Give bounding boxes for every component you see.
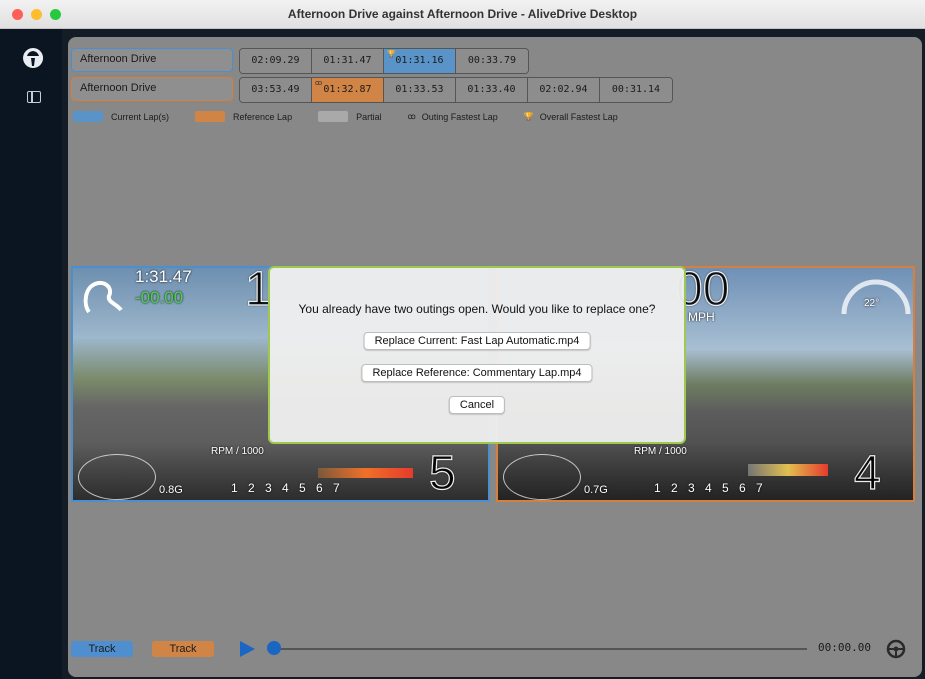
angle-gauge bbox=[841, 279, 911, 315]
rpm-label: RPM / 1000 bbox=[211, 446, 264, 457]
reference-outing-row: Afternoon Drive 03:53.49 ꝏ 01:32.87 01:33.5… bbox=[71, 77, 673, 103]
gforce-readout: 0.7G bbox=[584, 484, 608, 496]
angle-readout: 22° bbox=[864, 298, 880, 309]
legend-partial: Partial bbox=[356, 111, 382, 122]
lap-chip[interactable]: 02:09.29 bbox=[240, 49, 312, 73]
app-window: Afternoon Drive against Afternoon Drive … bbox=[0, 0, 925, 679]
title-bar: Afternoon Drive against Afternoon Drive … bbox=[0, 0, 925, 29]
lap-time: 01:31.47 bbox=[323, 55, 372, 66]
gforce-gauge bbox=[78, 454, 156, 500]
lap-chip[interactable]: 02:02.94 bbox=[528, 78, 600, 102]
partial-swatch bbox=[318, 111, 349, 122]
lap-chip[interactable]: 00:33.79 bbox=[456, 49, 528, 73]
rpm-bar bbox=[748, 464, 828, 476]
rpm-ticks: 1 2 3 4 5 6 7 bbox=[654, 481, 763, 495]
rpm-label: RPM / 1000 bbox=[634, 446, 687, 457]
lap-chip[interactable]: 🏆 01:31.16 bbox=[384, 49, 456, 73]
sidebar bbox=[0, 29, 62, 679]
dialog-message: You already have two outings open. Would… bbox=[298, 302, 656, 316]
sidebar-panel-icon[interactable] bbox=[27, 91, 41, 103]
reference-outing-name[interactable]: Afternoon Drive bbox=[71, 77, 233, 101]
scrubber-track[interactable] bbox=[272, 648, 807, 650]
lap-time: 01:31.16 bbox=[395, 55, 444, 66]
current-outing-name[interactable]: Afternoon Drive bbox=[71, 48, 233, 72]
replace-current-button[interactable]: Replace Current: Fast Lap Automatic.mp4 bbox=[363, 332, 591, 350]
lap-chip[interactable]: ꝏ 01:32.87 bbox=[312, 78, 384, 102]
alivedrive-logo-icon[interactable] bbox=[22, 47, 44, 69]
current-outing-row: Afternoon Drive 02:09.29 01:31.47 🏆 01:31.1… bbox=[71, 48, 529, 74]
maximize-window-button[interactable] bbox=[50, 9, 61, 20]
lap-chip[interactable]: 01:31.47 bbox=[312, 49, 384, 73]
gforce-readout: 0.8G bbox=[159, 484, 183, 496]
lap-chip[interactable]: 03:53.49 bbox=[240, 78, 312, 102]
lap-time: 00:31.14 bbox=[611, 84, 661, 95]
lap-time: 02:09.29 bbox=[251, 55, 300, 66]
rpm-bar bbox=[318, 468, 413, 478]
rpm-ticks: 1 2 3 4 5 6 7 bbox=[231, 481, 340, 495]
play-icon[interactable] bbox=[240, 641, 255, 657]
main-area: Afternoon Drive 02:09.29 01:31.47 🏆 01:31.1… bbox=[62, 29, 925, 679]
overall-fastest-icon: 🏆 bbox=[523, 112, 534, 121]
lap-time: 00:33.79 bbox=[467, 55, 517, 66]
minimize-window-button[interactable] bbox=[31, 9, 42, 20]
content-panel: Afternoon Drive 02:09.29 01:31.47 🏆 01:31.1… bbox=[68, 37, 922, 677]
lap-chip[interactable]: 00:31.14 bbox=[600, 78, 672, 102]
overall-fastest-icon: 🏆 bbox=[387, 50, 396, 58]
gear-readout: 5 bbox=[428, 446, 456, 500]
outing-fastest-icon: ꝏ bbox=[407, 112, 416, 121]
speed-unit: MPH bbox=[688, 310, 715, 324]
legend-outing-fastest: Outing Fastest Lap bbox=[421, 111, 498, 122]
lap-time-readout: 1:31.47 bbox=[135, 267, 192, 286]
reference-track-button[interactable]: Track bbox=[152, 641, 214, 657]
close-window-button[interactable] bbox=[12, 9, 23, 20]
scrubber-knob[interactable] bbox=[267, 641, 281, 655]
steering-wheel-icon[interactable] bbox=[885, 638, 907, 660]
window-title: Afternoon Drive against Afternoon Drive … bbox=[287, 7, 638, 21]
lap-time: 03:53.49 bbox=[251, 84, 300, 95]
current-lap-swatch bbox=[73, 111, 103, 122]
playback-bar: Track Track 00:00.00 bbox=[68, 635, 922, 665]
window-controls bbox=[12, 9, 61, 20]
lap-time: 02:02.94 bbox=[539, 84, 588, 95]
lap-time: 01:33.53 bbox=[395, 84, 444, 95]
lap-time: 01:32.87 bbox=[323, 84, 372, 95]
outing-fastest-icon: ꝏ bbox=[315, 79, 323, 87]
legend-current: Current Lap(s) bbox=[111, 111, 170, 122]
cancel-button[interactable]: Cancel bbox=[448, 396, 506, 414]
track-map-icon bbox=[83, 281, 123, 314]
gear-readout: 4 bbox=[853, 446, 881, 500]
reference-lap-swatch bbox=[195, 111, 226, 122]
delta-readout: -00.00 bbox=[135, 288, 184, 307]
lap-time: 01:33.40 bbox=[467, 84, 516, 95]
current-track-button[interactable]: Track bbox=[71, 641, 133, 657]
playback-time: 00:00.00 bbox=[818, 641, 871, 654]
lap-chip[interactable]: 01:33.40 bbox=[456, 78, 528, 102]
legend-reference: Reference Lap bbox=[233, 111, 293, 122]
legend-overall-fastest: Overall Fastest Lap bbox=[539, 111, 618, 122]
replace-outing-dialog: You already have two outings open. Would… bbox=[268, 266, 686, 444]
lap-legend: Current Lap(s) Reference Lap Partial ꝏ O… bbox=[73, 111, 644, 122]
gforce-gauge bbox=[503, 454, 581, 500]
lap-chip[interactable]: 01:33.53 bbox=[384, 78, 456, 102]
current-lap-list: 02:09.29 01:31.47 🏆 01:31.16 00:33.79 bbox=[239, 48, 529, 74]
replace-reference-button[interactable]: Replace Reference: Commentary Lap.mp4 bbox=[361, 364, 593, 382]
reference-lap-list: 03:53.49 ꝏ 01:32.87 01:33.53 01:33.40 02:02.9… bbox=[239, 77, 673, 103]
